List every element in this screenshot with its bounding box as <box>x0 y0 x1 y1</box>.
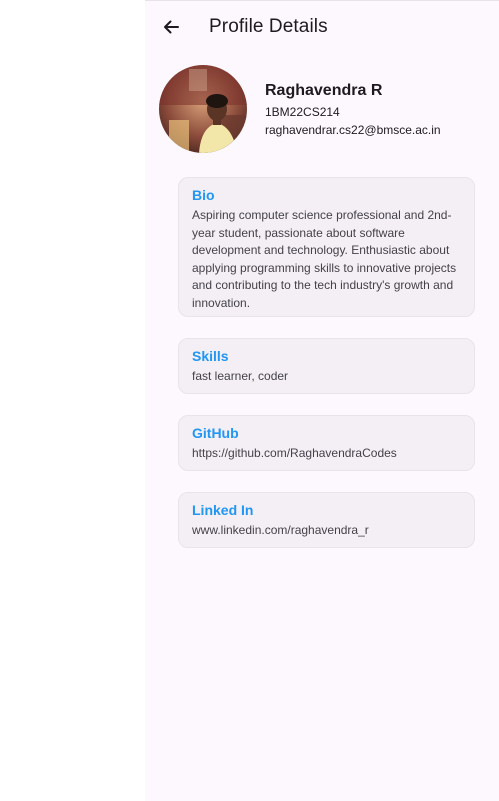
github-link[interactable]: https://github.com/RaghavendraCodes <box>192 445 461 463</box>
github-title: GitHub <box>192 425 239 441</box>
arrow-left-icon <box>164 20 179 34</box>
skills-text: fast learner, coder <box>192 369 289 383</box>
profile-photo <box>159 65 247 153</box>
linkedin-link[interactable]: www.linkedin.com/raghavendra_r <box>192 522 461 540</box>
skills-title: Skills <box>192 348 229 364</box>
bio-title: Bio <box>192 187 215 203</box>
bio-text: Aspiring computer science professional a… <box>192 208 457 310</box>
linkedin-title: Linked In <box>192 502 254 518</box>
bio-card: Bio Aspiring computer science profession… <box>178 177 475 317</box>
page-title: Profile Details <box>209 16 328 37</box>
app-bar: Profile Details <box>145 1 499 53</box>
linkedin-card: Linked In www.linkedin.com/raghavendra_r <box>178 492 475 548</box>
back-button[interactable] <box>157 13 185 41</box>
profile-screen: Profile Details Raghavendra R 1BM22CS214… <box>145 0 499 801</box>
avatar <box>159 65 247 153</box>
user-email: raghavendrar.cs22@bmsce.ac.in <box>265 123 441 137</box>
skills-card: Skills fast learner, coder <box>178 338 475 394</box>
user-usn: 1BM22CS214 <box>265 105 340 119</box>
github-card: GitHub https://github.com/RaghavendraCod… <box>178 415 475 471</box>
user-name: Raghavendra R <box>265 82 383 99</box>
